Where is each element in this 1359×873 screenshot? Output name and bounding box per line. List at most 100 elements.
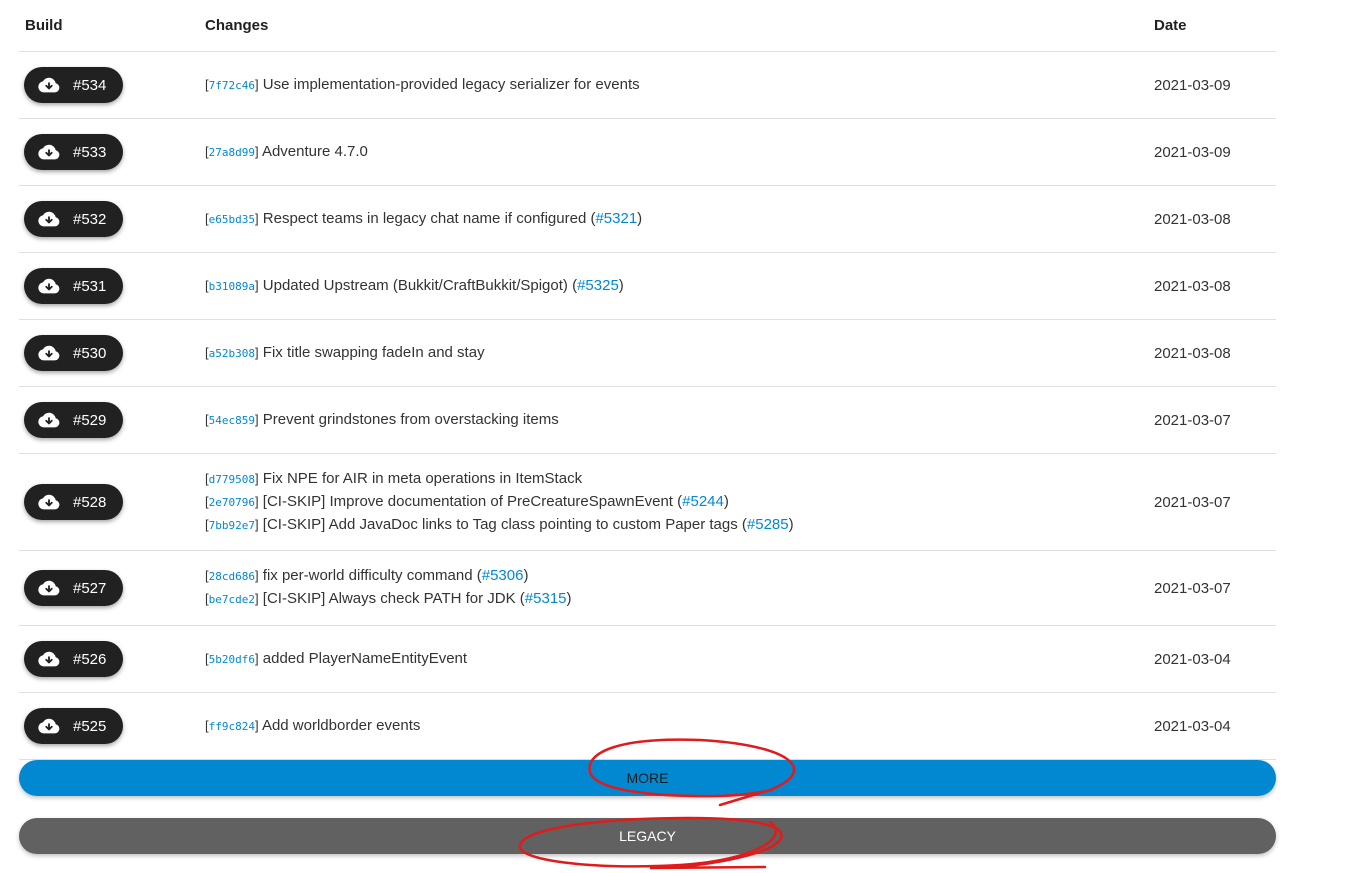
build-row: #531 [b31089a] Updated Upstream (Bukkit/C…: [19, 252, 1276, 320]
pull-request-link[interactable]: #5244: [682, 493, 724, 510]
date-cell: 2021-03-09: [1154, 118, 1276, 186]
change-line: [be7cde2] [CI-SKIP] Always check PATH fo…: [205, 588, 1154, 611]
change-line: [a52b308] Fix title swapping fadeIn and …: [205, 342, 1154, 365]
changes-cell: [27a8d99] Adventure 4.7.0: [205, 118, 1154, 186]
legacy-button[interactable]: LEGACY: [19, 818, 1276, 854]
build-cell: #530: [19, 319, 205, 387]
build-number: #532: [73, 210, 107, 228]
date-cell: 2021-03-04: [1154, 625, 1276, 693]
commit-hash-link[interactable]: d779508: [209, 473, 255, 486]
commit-hash-link[interactable]: 54ec859: [209, 414, 255, 427]
build-cell: #529: [19, 386, 205, 454]
download-build-button[interactable]: #525: [24, 708, 123, 744]
build-row: #532 [e65bd35] Respect teams in legacy ch…: [19, 185, 1276, 253]
download-build-button[interactable]: #533: [24, 134, 123, 170]
build-number: #530: [73, 344, 107, 362]
commit-message: [CI-SKIP] Always check PATH for JDK: [258, 590, 520, 607]
build-row: #525 [ff9c824] Add worldborder events 2021…: [19, 692, 1276, 760]
pr-paren: ): [723, 492, 729, 510]
commit-message: fix per-world difficulty command: [258, 567, 477, 584]
cloud-download-icon: [38, 345, 60, 361]
commit-hash-link[interactable]: a52b308: [209, 347, 255, 360]
change-line: [2e70796] [CI-SKIP] Improve documentatio…: [205, 491, 1154, 514]
commit-message: [CI-SKIP] Improve documentation of PreCr…: [258, 492, 678, 510]
build-number: #526: [73, 650, 107, 668]
download-build-button[interactable]: #534: [24, 67, 123, 103]
commit-hash-link[interactable]: 7bb92e7: [209, 519, 255, 532]
date-cell: 2021-03-08: [1154, 252, 1276, 320]
build-row: #533 [27a8d99] Adventure 4.7.0 2021-03-09: [19, 118, 1276, 186]
build-number: #533: [73, 143, 107, 161]
changes-cell: [b31089a] Updated Upstream (Bukkit/Craft…: [205, 252, 1154, 320]
build-row: #529 [54ec859] Prevent grindstones from o…: [19, 386, 1276, 454]
date-cell: 2021-03-08: [1154, 185, 1276, 253]
cloud-download-icon: [38, 651, 60, 667]
commit-message: Respect teams in legacy chat name if con…: [258, 209, 591, 227]
download-build-button[interactable]: #530: [24, 335, 123, 371]
cloud-download-icon: [38, 144, 60, 160]
build-cell: #525: [19, 692, 205, 760]
pull-request-link[interactable]: #5325: [577, 277, 619, 294]
commit-message: Fix NPE for AIR in meta operations in It…: [258, 469, 583, 487]
table-header-row: Build Changes Date: [19, 0, 1276, 52]
pull-request-link[interactable]: #5285: [747, 516, 789, 533]
commit-hash-link[interactable]: 28cd686: [209, 570, 255, 583]
download-build-button[interactable]: #531: [24, 268, 123, 304]
pr-paren: ): [788, 515, 794, 533]
build-number: #534: [73, 76, 107, 94]
change-line: [28cd686] fix per-world difficulty comma…: [205, 565, 1154, 588]
change-line: [5b20df6] added PlayerNameEntityEvent: [205, 648, 1154, 671]
date-cell: 2021-03-04: [1154, 692, 1276, 760]
pull-request-link[interactable]: #5315: [525, 590, 567, 607]
commit-hash-link[interactable]: 7f72c46: [209, 79, 255, 92]
changes-cell: [a52b308] Fix title swapping fadeIn and …: [205, 319, 1154, 387]
commit-message: Add worldborder events: [258, 716, 421, 734]
download-build-button[interactable]: #532: [24, 201, 123, 237]
commit-hash-link[interactable]: be7cde2: [209, 593, 255, 606]
commit-hash-link[interactable]: b31089a: [209, 280, 255, 293]
download-build-button[interactable]: #526: [24, 641, 123, 677]
commit-message: added PlayerNameEntityEvent: [258, 649, 468, 667]
changes-cell: [d779508] Fix NPE for AIR in meta operat…: [205, 453, 1154, 551]
cloud-download-icon: [38, 278, 60, 294]
commit-message: Prevent grindstones from overstacking it…: [258, 410, 559, 428]
change-line: [54ec859] Prevent grindstones from overs…: [205, 409, 1154, 432]
pull-request-link[interactable]: #5306: [482, 567, 524, 584]
pull-request-link[interactable]: #5321: [595, 210, 637, 227]
changes-cell: [7f72c46] Use implementation-provided le…: [205, 51, 1154, 119]
commit-message: Fix title swapping fadeIn and stay: [258, 343, 485, 361]
change-line: [27a8d99] Adventure 4.7.0: [205, 141, 1154, 164]
more-button[interactable]: MORE: [19, 760, 1276, 796]
header-build: Build: [19, 0, 205, 52]
build-cell: #531: [19, 252, 205, 320]
commit-message: Updated Upstream (Bukkit/CraftBukkit/Spi…: [258, 276, 573, 294]
build-cell: #528: [19, 453, 205, 551]
changes-cell: [28cd686] fix per-world difficulty comma…: [205, 550, 1154, 626]
build-cell: #527: [19, 550, 205, 626]
download-build-button[interactable]: #529: [24, 402, 123, 438]
header-date: Date: [1154, 0, 1276, 52]
build-row: #530 [a52b308] Fix title swapping fadeIn …: [19, 319, 1276, 387]
commit-hash-link[interactable]: 27a8d99: [209, 146, 255, 159]
cloud-download-icon: [38, 412, 60, 428]
commit-hash-link[interactable]: 5b20df6: [209, 653, 255, 666]
download-build-button[interactable]: #528: [24, 484, 123, 520]
commit-hash-link[interactable]: ff9c824: [209, 720, 255, 733]
date-cell: 2021-03-09: [1154, 51, 1276, 119]
date-cell: 2021-03-07: [1154, 386, 1276, 454]
build-cell: #532: [19, 185, 205, 253]
pr-paren: ): [566, 590, 572, 607]
build-number: #528: [73, 493, 107, 511]
commit-hash-link[interactable]: 2e70796: [209, 496, 255, 509]
build-row: #528 [d779508] Fix NPE for AIR in meta op…: [19, 453, 1276, 551]
build-number: #529: [73, 411, 107, 429]
date-cell: 2021-03-07: [1154, 453, 1276, 551]
download-build-button[interactable]: #527: [24, 570, 123, 606]
change-line: [7bb92e7] [CI-SKIP] Add JavaDoc links to…: [205, 514, 1154, 537]
commit-hash-link[interactable]: e65bd35: [209, 213, 255, 226]
builds-table: Build Changes Date #534 [7f72c46] Use imp…: [19, 0, 1276, 760]
change-line: [e65bd35] Respect teams in legacy chat n…: [205, 208, 1154, 231]
build-cell: #533: [19, 118, 205, 186]
date-cell: 2021-03-07: [1154, 550, 1276, 626]
changes-cell: [5b20df6] added PlayerNameEntityEvent: [205, 625, 1154, 693]
